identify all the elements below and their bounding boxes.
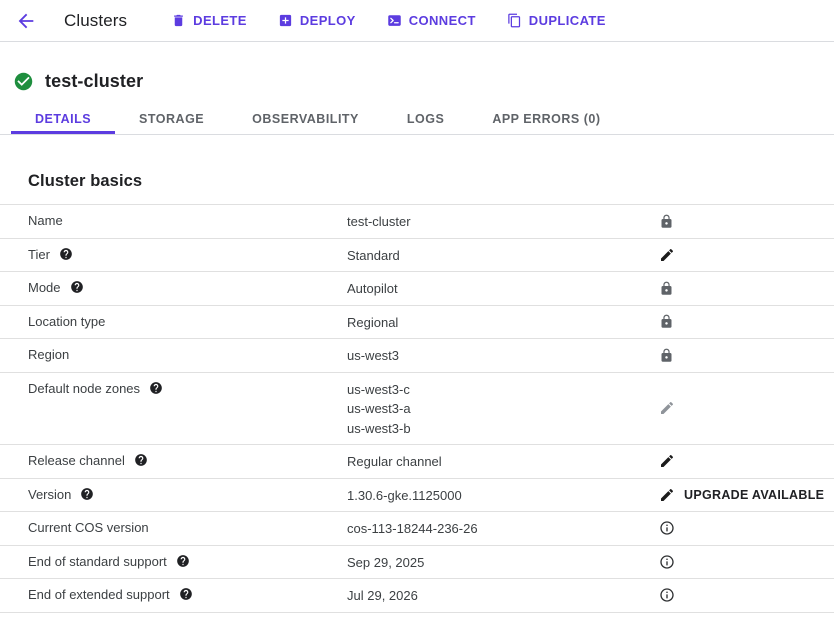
back-arrow-icon[interactable]: [8, 3, 44, 39]
table-row: Rollout sequence To use rollout sequenci…: [0, 612, 834, 619]
value-line: Regular channel: [347, 452, 639, 472]
help-icon[interactable]: [59, 247, 73, 261]
lock-icon: [659, 314, 674, 329]
delete-icon: [171, 13, 186, 28]
tab-bar: DETAILS STORAGE OBSERVABILITY LOGS APP E…: [0, 106, 834, 135]
tab-observability[interactable]: OBSERVABILITY: [228, 106, 383, 134]
table-row: Location type Regional: [0, 305, 834, 339]
lock-icon: [659, 214, 674, 229]
row-value: cos-113-18244-236-26: [347, 512, 647, 545]
help-icon[interactable]: [70, 280, 84, 294]
value-line: us-west3-c: [347, 380, 639, 400]
row-label: Default node zones: [28, 380, 140, 397]
value-line: Autopilot: [347, 279, 639, 299]
lock-icon: [659, 281, 674, 296]
edit-icon[interactable]: [659, 487, 675, 503]
edit-disabled-icon: [659, 400, 675, 416]
value-line: Regional: [347, 313, 639, 333]
table-row: Default node zones us-west3-cus-west3-au…: [0, 372, 834, 445]
edit-icon[interactable]: [659, 453, 675, 469]
row-value: Regional: [347, 306, 647, 339]
help-icon[interactable]: [176, 554, 190, 568]
row-value: us-west3: [347, 339, 647, 372]
table-row: Tier Standard: [0, 238, 834, 272]
table-row: Mode Autopilot: [0, 271, 834, 305]
cluster-header: test-cluster: [0, 42, 834, 92]
row-value: 1.30.6-gke.1125000: [347, 479, 647, 512]
row-label: Name: [28, 212, 63, 229]
table-row: Current COS version cos-113-18244-236-26: [0, 511, 834, 545]
table-row: Region us-west3: [0, 338, 834, 372]
tab-details[interactable]: DETAILS: [11, 106, 115, 134]
value-line: us-west3: [347, 346, 639, 366]
row-value: test-cluster: [347, 205, 647, 238]
table-row: End of standard support Sep 29, 2025: [0, 545, 834, 579]
row-value: Sep 29, 2025: [347, 546, 647, 579]
value-line: Sep 29, 2025: [347, 553, 639, 573]
duplicate-button[interactable]: DUPLICATE: [505, 9, 608, 32]
table-row: Release channel Regular channel: [0, 444, 834, 478]
value-line: Jul 29, 2026: [347, 586, 639, 606]
upgrade-available-label[interactable]: UPGRADE AVAILABLE: [684, 488, 824, 502]
tab-storage[interactable]: STORAGE: [115, 106, 228, 134]
row-label: Version: [28, 486, 71, 503]
top-app-bar: Clusters DELETE DEPLOY CONNECT DUPLICATE: [0, 0, 834, 42]
value-line: cos-113-18244-236-26: [347, 519, 639, 539]
connect-button[interactable]: CONNECT: [385, 9, 478, 32]
page-title: Clusters: [64, 11, 127, 31]
cluster-name: test-cluster: [45, 71, 143, 92]
value-line: us-west3-b: [347, 419, 639, 439]
value-line: Standard: [347, 246, 639, 266]
info-icon[interactable]: [659, 520, 675, 536]
help-icon[interactable]: [149, 381, 163, 395]
status-check-circle-icon: [13, 71, 34, 92]
cluster-basics-table: Name test-cluster Tier Standard Mode: [0, 204, 834, 619]
duplicate-icon: [507, 13, 522, 28]
help-icon[interactable]: [80, 487, 94, 501]
section-title: Cluster basics: [28, 172, 834, 191]
deploy-button[interactable]: DEPLOY: [276, 9, 358, 32]
table-row: Version 1.30.6-gke.1125000 UPGRADE AVAIL…: [0, 478, 834, 512]
edit-icon[interactable]: [659, 247, 675, 263]
row-value: Jul 29, 2026: [347, 579, 647, 612]
tab-logs[interactable]: LOGS: [383, 106, 468, 134]
table-row: Name test-cluster: [0, 204, 834, 238]
row-label: Release channel: [28, 452, 125, 469]
lock-icon: [659, 348, 674, 363]
row-value: us-west3-cus-west3-aus-west3-b: [347, 373, 647, 445]
value-line: us-west3-a: [347, 399, 639, 419]
row-value: Standard: [347, 239, 647, 272]
help-icon[interactable]: [134, 453, 148, 467]
row-value: Autopilot: [347, 272, 647, 305]
value-line: 1.30.6-gke.1125000: [347, 486, 639, 506]
info-icon[interactable]: [659, 554, 675, 570]
info-icon[interactable]: [659, 587, 675, 603]
connect-icon: [387, 13, 402, 28]
row-label: Tier: [28, 246, 50, 263]
toolbar-actions: DELETE DEPLOY CONNECT DUPLICATE: [169, 9, 608, 32]
table-row: End of extended support Jul 29, 2026: [0, 578, 834, 612]
row-label: End of extended support: [28, 586, 170, 603]
row-label: Region: [28, 346, 69, 363]
row-value: To use rollout sequencing, register your…: [347, 613, 647, 619]
row-label: Location type: [28, 313, 105, 330]
delete-button[interactable]: DELETE: [169, 9, 249, 32]
deploy-icon: [278, 13, 293, 28]
row-label: End of standard support: [28, 553, 167, 570]
row-value: Regular channel: [347, 445, 647, 478]
row-label: Mode: [28, 279, 61, 296]
value-line: test-cluster: [347, 212, 639, 232]
tab-app-errors-0[interactable]: APP ERRORS (0): [468, 106, 624, 134]
row-label: Current COS version: [28, 519, 149, 536]
help-icon[interactable]: [179, 587, 193, 601]
